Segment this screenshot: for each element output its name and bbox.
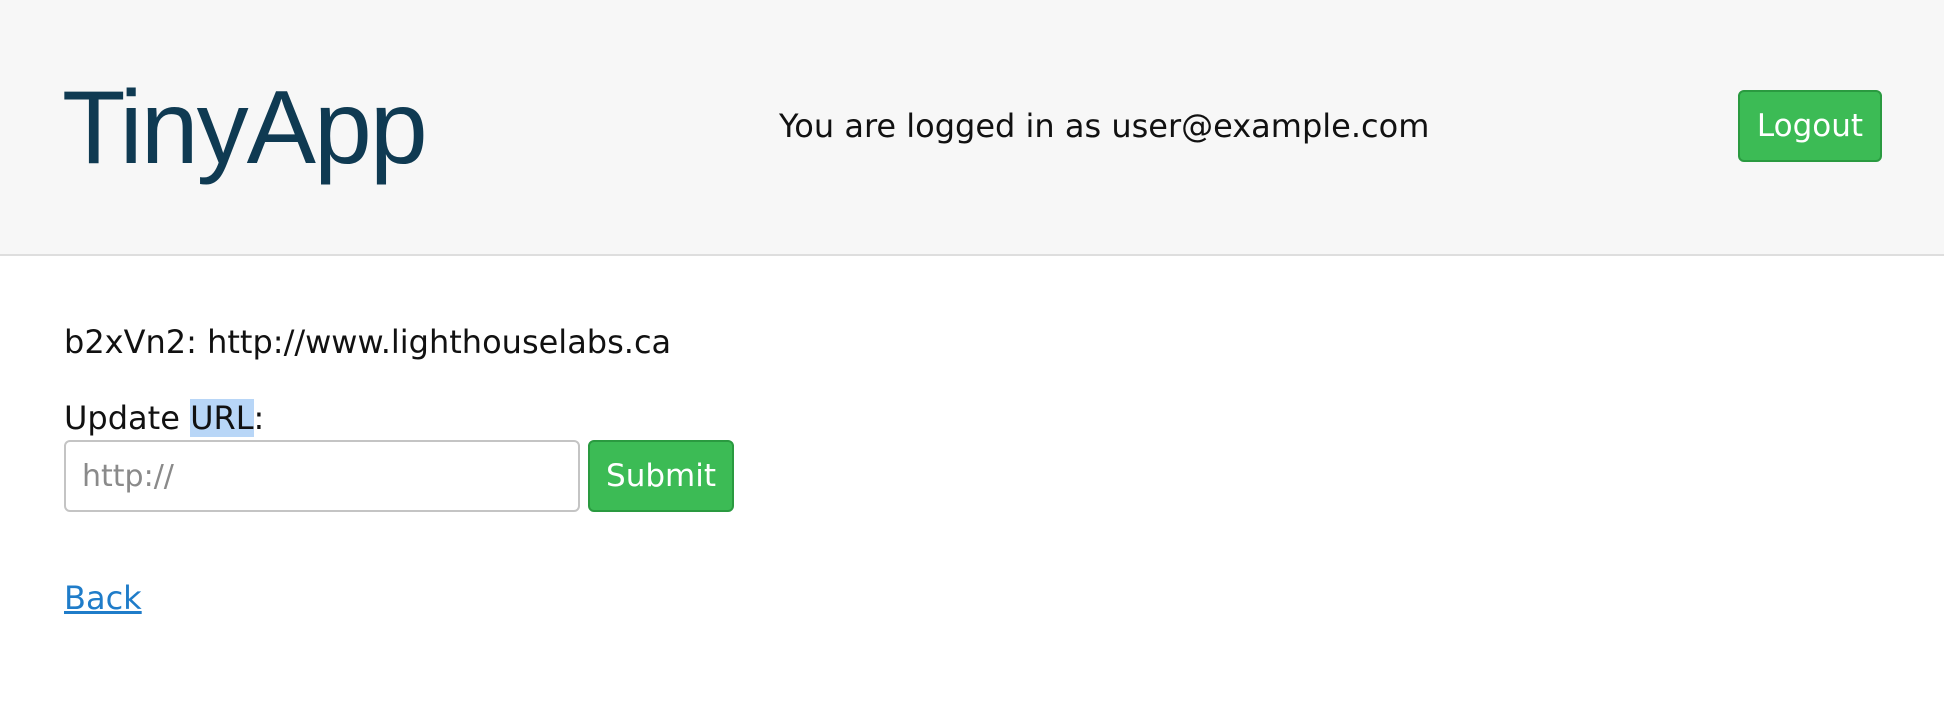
long-url: http://www.lighthouselabs.ca	[207, 323, 672, 361]
brand-logo[interactable]: TinyApp	[62, 72, 428, 184]
update-label-prefix: Update	[64, 399, 191, 437]
header: TinyApp You are logged in as user@exampl…	[0, 0, 1944, 256]
update-url-label: Update URL:	[64, 398, 264, 438]
logout-button[interactable]: Logout	[1738, 90, 1882, 162]
back-link[interactable]: Back	[64, 578, 142, 618]
short-url-mapping: b2xVn2: http://www.lighthouselabs.ca	[64, 323, 672, 361]
update-label-selected-text: URL	[190, 399, 254, 437]
new-url-input[interactable]	[64, 440, 580, 512]
submit-button[interactable]: Submit	[588, 440, 734, 512]
login-status: You are logged in as user@example.com	[779, 107, 1430, 145]
update-label-suffix: :	[253, 399, 265, 437]
short-url-id: b2xVn2	[64, 323, 187, 361]
